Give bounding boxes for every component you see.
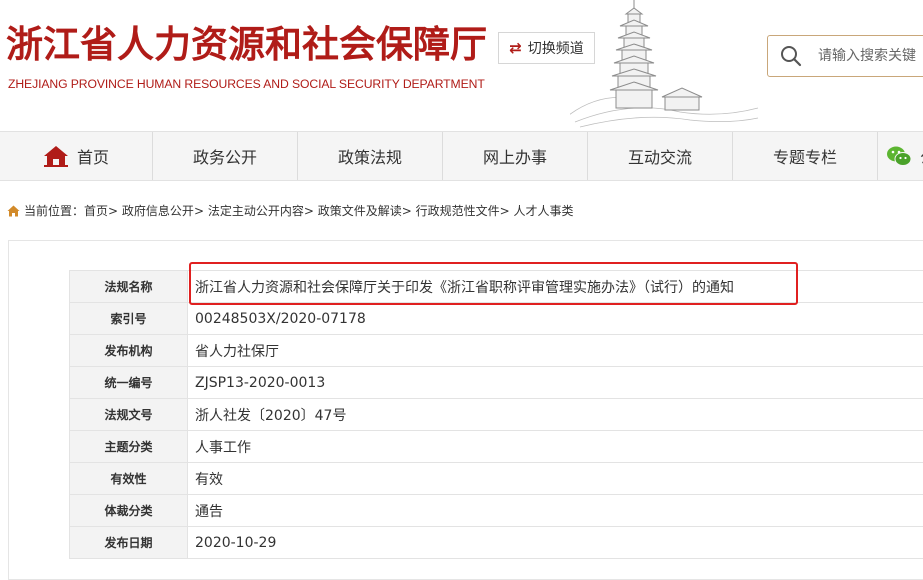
- nav-label: 首页: [77, 144, 109, 168]
- table-row: 法规文号浙人社发〔2020〕47号: [70, 399, 923, 431]
- breadcrumb-separator: >: [402, 204, 412, 218]
- meta-key: 主题分类: [70, 431, 188, 463]
- meta-value: 2020-10-29: [188, 527, 923, 559]
- meta-key: 法规文号: [70, 399, 188, 431]
- table-row: 有效性有效: [70, 463, 923, 495]
- table-row: 主题分类人事工作: [70, 431, 923, 463]
- meta-key: 体裁分类: [70, 495, 188, 527]
- nav-item-gov-affairs[interactable]: 政务公开: [153, 132, 298, 180]
- wechat-icon: [886, 145, 912, 167]
- nav-item-wechat[interactable]: 公: [878, 132, 923, 180]
- main-nav: 首页 政务公开 政策法规 网上办事 互动交流 专题专栏 公: [0, 131, 923, 181]
- meta-value: 省人力社保厅: [188, 335, 923, 367]
- nav-label: 政务公开: [193, 144, 257, 168]
- search-icon[interactable]: [780, 45, 802, 67]
- search-box: [767, 35, 923, 77]
- breadcrumb-link[interactable]: 行政规范性文件: [416, 202, 500, 219]
- meta-value: ZJSP13-2020-0013: [188, 367, 923, 399]
- breadcrumb: 当前位置： 首页> 政府信息公开> 法定主动公开内容> 政策文件及解读> 行政规…: [7, 202, 574, 219]
- nav-label: 互动交流: [628, 144, 692, 168]
- site-header: 浙江省人力资源和社会保障厅 ZHEJIANG PROVINCE HUMAN RE…: [0, 0, 923, 130]
- table-row: 发布日期2020-10-29: [70, 527, 923, 559]
- switch-channel-label: 切换频道: [528, 38, 584, 58]
- meta-key: 发布机构: [70, 335, 188, 367]
- site-title-en: ZHEJIANG PROVINCE HUMAN RESOURCES AND SO…: [8, 77, 485, 91]
- pagoda-illustration: [570, 0, 760, 130]
- nav-item-online-service[interactable]: 网上办事: [443, 132, 588, 180]
- nav-item-interaction[interactable]: 互动交流: [588, 132, 733, 180]
- meta-value-title: 浙江省人力资源和社会保障厅关于印发《浙江省职称评审管理实施办法》（试行）的通知: [188, 271, 923, 303]
- search-input[interactable]: [818, 44, 923, 68]
- shuffle-icon: ⇄: [509, 39, 522, 57]
- breadcrumb-separator: >: [108, 204, 118, 218]
- home-icon: [7, 205, 20, 217]
- breadcrumb-separator: >: [500, 204, 510, 218]
- breadcrumb-link[interactable]: 人才人事类: [514, 202, 574, 219]
- nav-label: 专题专栏: [773, 144, 837, 168]
- breadcrumb-link[interactable]: 政府信息公开: [122, 202, 194, 219]
- breadcrumb-prefix: 当前位置：: [24, 202, 84, 219]
- breadcrumb-link[interactable]: 首页: [84, 202, 108, 219]
- breadcrumb-link[interactable]: 法定主动公开内容: [208, 202, 304, 219]
- meta-key: 有效性: [70, 463, 188, 495]
- meta-value: 00248503X/2020-07178: [188, 303, 923, 335]
- meta-value: 人事工作: [188, 431, 923, 463]
- meta-key: 法规名称: [70, 271, 188, 303]
- nav-item-home[interactable]: 首页: [0, 132, 153, 180]
- nav-label: 网上办事: [483, 144, 547, 168]
- meta-value: 有效: [188, 463, 923, 495]
- meta-key: 索引号: [70, 303, 188, 335]
- site-title[interactable]: 浙江省人力资源和社会保障厅: [6, 14, 487, 68]
- home-icon: [43, 145, 69, 167]
- document-meta-table: 法规名称浙江省人力资源和社会保障厅关于印发《浙江省职称评审管理实施办法》（试行）…: [69, 270, 923, 559]
- table-row: 法规名称浙江省人力资源和社会保障厅关于印发《浙江省职称评审管理实施办法》（试行）…: [70, 271, 923, 303]
- breadcrumb-separator: >: [194, 204, 204, 218]
- meta-value: 浙人社发〔2020〕47号: [188, 399, 923, 431]
- table-row: 统一编号ZJSP13-2020-0013: [70, 367, 923, 399]
- nav-item-topics[interactable]: 专题专栏: [733, 132, 878, 180]
- table-row: 索引号00248503X/2020-07178: [70, 303, 923, 335]
- meta-key: 统一编号: [70, 367, 188, 399]
- meta-value: 通告: [188, 495, 923, 527]
- table-row: 发布机构省人力社保厅: [70, 335, 923, 367]
- switch-channel-button[interactable]: ⇄ 切换频道: [498, 32, 595, 64]
- meta-key: 发布日期: [70, 527, 188, 559]
- breadcrumb-separator: >: [304, 204, 314, 218]
- breadcrumb-link[interactable]: 政策文件及解读: [318, 202, 402, 219]
- table-row: 体裁分类通告: [70, 495, 923, 527]
- nav-item-policy[interactable]: 政策法规: [298, 132, 443, 180]
- nav-label: 政策法规: [338, 144, 402, 168]
